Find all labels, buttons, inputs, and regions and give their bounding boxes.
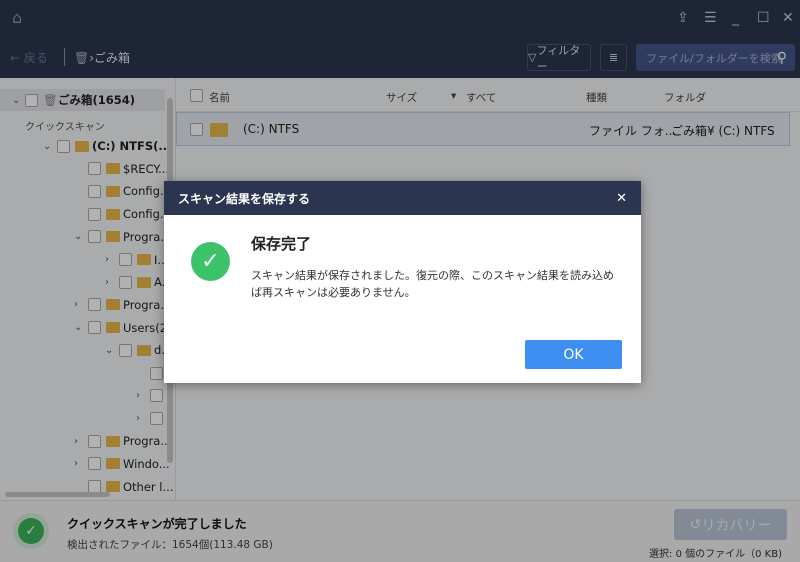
dialog-header: スキャン結果を保存する ✕ bbox=[164, 181, 641, 215]
dialog-message: スキャン結果が保存されました。復元の際、このスキャン結果を読み込めば再スキャンは… bbox=[251, 269, 614, 299]
save-complete-dialog: スキャン結果を保存する ✕ ✓ 保存完了 スキャン結果が保存されました。復元の際、… bbox=[164, 181, 641, 383]
dialog-heading: 保存完了 bbox=[251, 235, 312, 253]
ok-button[interactable]: OK bbox=[525, 340, 622, 369]
close-icon[interactable]: ✕ bbox=[616, 191, 627, 206]
success-icon: ✓ bbox=[191, 242, 230, 281]
ok-label: OK bbox=[563, 346, 584, 363]
dialog-title: スキャン結果を保存する bbox=[178, 191, 311, 206]
